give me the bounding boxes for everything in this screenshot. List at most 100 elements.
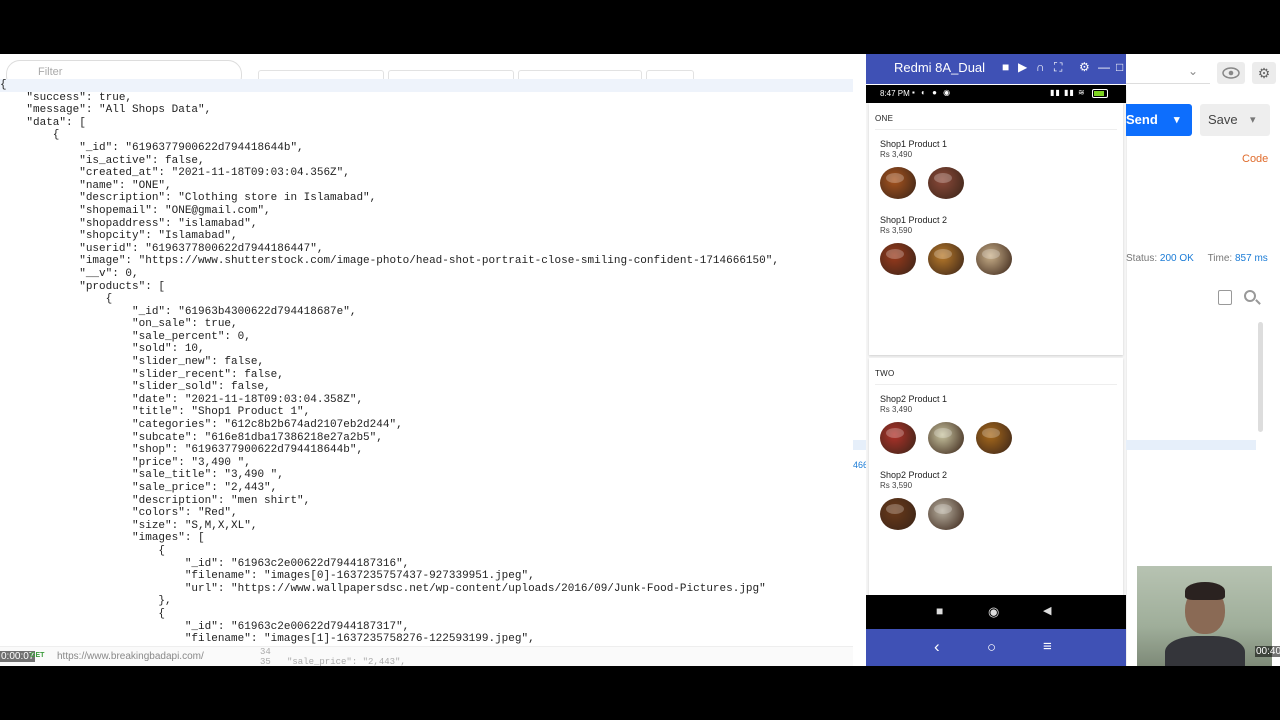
recent-apps-icon[interactable]: ■ — [936, 604, 943, 618]
product-title[interactable]: Shop2 Product 1 — [880, 394, 947, 404]
json-line: "categories": "612c8b2b674ad2107eb2d244"… — [0, 419, 403, 432]
bottom-status-bar: 34 35 "sale_price": "2,443", 36 "descrip… — [0, 646, 853, 666]
json-line: "sale_percent": 0, — [0, 330, 251, 343]
eye-icon[interactable] — [1217, 62, 1245, 84]
product-price: Rs 3,490 — [880, 405, 913, 414]
settings-gear-icon[interactable]: ⚙ — [1079, 60, 1090, 74]
json-line: "url": "https://www.wallpapersdsc.net/wp… — [0, 582, 766, 595]
home-circle-icon[interactable]: ○ — [987, 639, 996, 656]
shop-card[interactable]: ONE Shop1 Product 1 Rs 3,490 Shop1 Product … — [869, 103, 1123, 355]
json-line: "images": [ — [0, 532, 205, 545]
json-line: { — [0, 79, 853, 92]
json-line: "description": "Clothing store in Islama… — [0, 192, 377, 205]
json-line: { — [0, 607, 166, 620]
json-line: "date": "2021-11-18T09:03:04.358Z", — [0, 393, 364, 406]
webcam-overlay — [1137, 566, 1272, 666]
product-price: Rs 3,590 — [880, 481, 913, 490]
product-image[interactable] — [880, 167, 916, 199]
json-code: { "success": true, "message": "All Shops… — [0, 79, 853, 646]
mirror-titlebar: Redmi 8A_Dual ■ ▶ ∩ ⛶ ⚙ — □ — [866, 54, 1126, 84]
json-line: { — [0, 544, 166, 557]
copy-icon[interactable] — [1218, 290, 1232, 305]
json-line: "slider_sold": false, — [0, 381, 271, 394]
history-url[interactable]: https://www.breakingbadapi.com/ — [57, 651, 204, 662]
status-value: 200 OK — [1159, 253, 1194, 264]
minimize-icon[interactable]: — — [1098, 60, 1110, 74]
json-line: "subcate": "616e81dba17386218e27a2b5", — [0, 431, 383, 444]
shop-separator — [875, 384, 1117, 385]
save-button[interactable]: Save ▾ — [1200, 104, 1270, 136]
webcam-person-body — [1165, 636, 1245, 666]
maximize-icon[interactable]: □ — [1116, 60, 1123, 74]
chevron-down-icon[interactable]: ▾ — [1174, 104, 1180, 136]
search-icon[interactable] — [1244, 290, 1256, 302]
send-button[interactable]: Send ▾ — [1126, 104, 1192, 136]
json-line: "created_at": "2021-11-18T09:03:04.356Z"… — [0, 167, 350, 180]
mirror-toolbar: ‹ ○ ≡ — [866, 629, 1126, 666]
battery-icon — [1092, 89, 1108, 98]
device-name: Redmi 8A_Dual — [894, 60, 986, 75]
json-line: "filename": "images[0]-1637235757437-927… — [0, 570, 535, 583]
headphones-icon[interactable]: ∩ — [1036, 60, 1045, 74]
json-line: "price": "3,490 ", — [0, 456, 251, 469]
json-line: "success": true, — [0, 91, 133, 104]
shop-list[interactable]: ONE Shop1 Product 1 Rs 3,490 Shop1 Product … — [866, 103, 1126, 595]
product-image[interactable] — [976, 422, 1012, 454]
back-arrow-icon[interactable]: ‹ — [934, 637, 940, 657]
home-icon[interactable]: ◉ — [988, 604, 999, 620]
menu-icon[interactable]: ≡ — [1043, 638, 1052, 655]
back-icon[interactable]: ◀ — [1043, 604, 1051, 617]
json-line: "shopaddress": "islamabad", — [0, 217, 258, 230]
json-line: "filename": "images[1]-1637235758276-122… — [0, 633, 535, 646]
shop-card[interactable]: TWO Shop2 Product 1 Rs 3,490 Shop2 Product … — [869, 358, 1123, 595]
signal-wifi-icon: ▮▮ ▮▮ ≋ — [1050, 88, 1086, 97]
video-icon[interactable]: ▶ — [1018, 60, 1027, 74]
json-line: "size": "S,M,X,XL", — [0, 519, 258, 532]
json-line: "_id": "61963c2e00622d7944187316", — [0, 557, 410, 570]
panel-divider — [1126, 90, 1127, 666]
product-image[interactable] — [928, 498, 964, 530]
android-status-bar: 8:47 PM ▪ ◐ ● ◉ ▮▮ ▮▮ ≋ — [866, 85, 1126, 103]
time-value: 857 ms — [1234, 253, 1268, 264]
json-viewer[interactable]: Filter { "success": true, "message": "Al… — [0, 54, 853, 666]
json-line: "shopemail": "ONE@gmail.com", — [0, 204, 271, 217]
json-line: "message": "All Shops Data", — [0, 104, 212, 117]
response-scrollbar[interactable] — [1258, 322, 1263, 432]
json-line: "colors": "Red", — [0, 507, 238, 520]
product-price: Rs 3,490 — [880, 150, 913, 159]
save-label: Save — [1208, 112, 1238, 127]
product-image[interactable] — [976, 243, 1012, 275]
json-line: "image": "https://www.shutterstock.com/i… — [0, 255, 779, 268]
product-image[interactable] — [880, 243, 916, 275]
status-time: 8:47 PM — [880, 89, 910, 98]
json-line: "shopcity": "Islamabad", — [0, 230, 238, 243]
product-image[interactable] — [880, 422, 916, 454]
product-title[interactable]: Shop1 Product 2 — [880, 215, 947, 225]
settings-gear-icon[interactable]: ⚙ — [1252, 62, 1276, 84]
code-link[interactable]: Code — [1242, 153, 1268, 165]
json-line: "userid": "6196377800622d7944186447", — [0, 242, 324, 255]
product-image[interactable] — [928, 422, 964, 454]
response-status-line: Status: 200 OK Time: 857 ms — [1126, 253, 1268, 264]
json-line: "sale_price": "2,443", — [0, 482, 278, 494]
json-line: "shop": "6196377900622d794418644b", — [0, 444, 364, 457]
json-line: "_id": "61963b4300622d794418687e", — [0, 305, 357, 318]
json-line: "products": [ — [0, 280, 166, 293]
ghost-code-lines: 34 35 "sale_price": "2,443", 36 "descrip… — [260, 647, 406, 666]
product-price: Rs 3,590 — [880, 226, 913, 235]
product-image[interactable] — [928, 167, 964, 199]
time-label: Time: — [1207, 253, 1233, 264]
json-line: "slider_new": false, — [0, 356, 265, 369]
json-line: "slider_recent": false, — [0, 368, 284, 381]
product-title[interactable]: Shop1 Product 1 — [880, 139, 947, 149]
chevron-down-icon[interactable]: ⌄ — [1188, 64, 1198, 78]
product-title[interactable]: Shop2 Product 2 — [880, 470, 947, 480]
status-label: Status: — [1126, 253, 1158, 264]
json-line: "description": "men shirt", — [0, 494, 311, 507]
camera-icon[interactable]: ■ — [1002, 60, 1009, 74]
chevron-down-icon[interactable]: ▾ — [1250, 104, 1256, 136]
product-image[interactable] — [928, 243, 964, 275]
product-image[interactable] — [880, 498, 916, 530]
fullscreen-icon[interactable]: ⛶ — [1054, 60, 1062, 75]
json-line: "sale_title": "3,490 ", — [0, 469, 284, 482]
